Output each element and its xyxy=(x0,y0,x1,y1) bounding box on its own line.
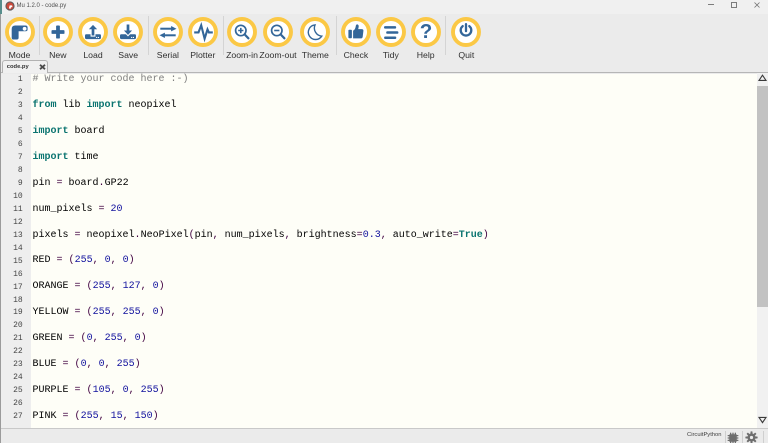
svg-text:?: ? xyxy=(419,20,432,43)
